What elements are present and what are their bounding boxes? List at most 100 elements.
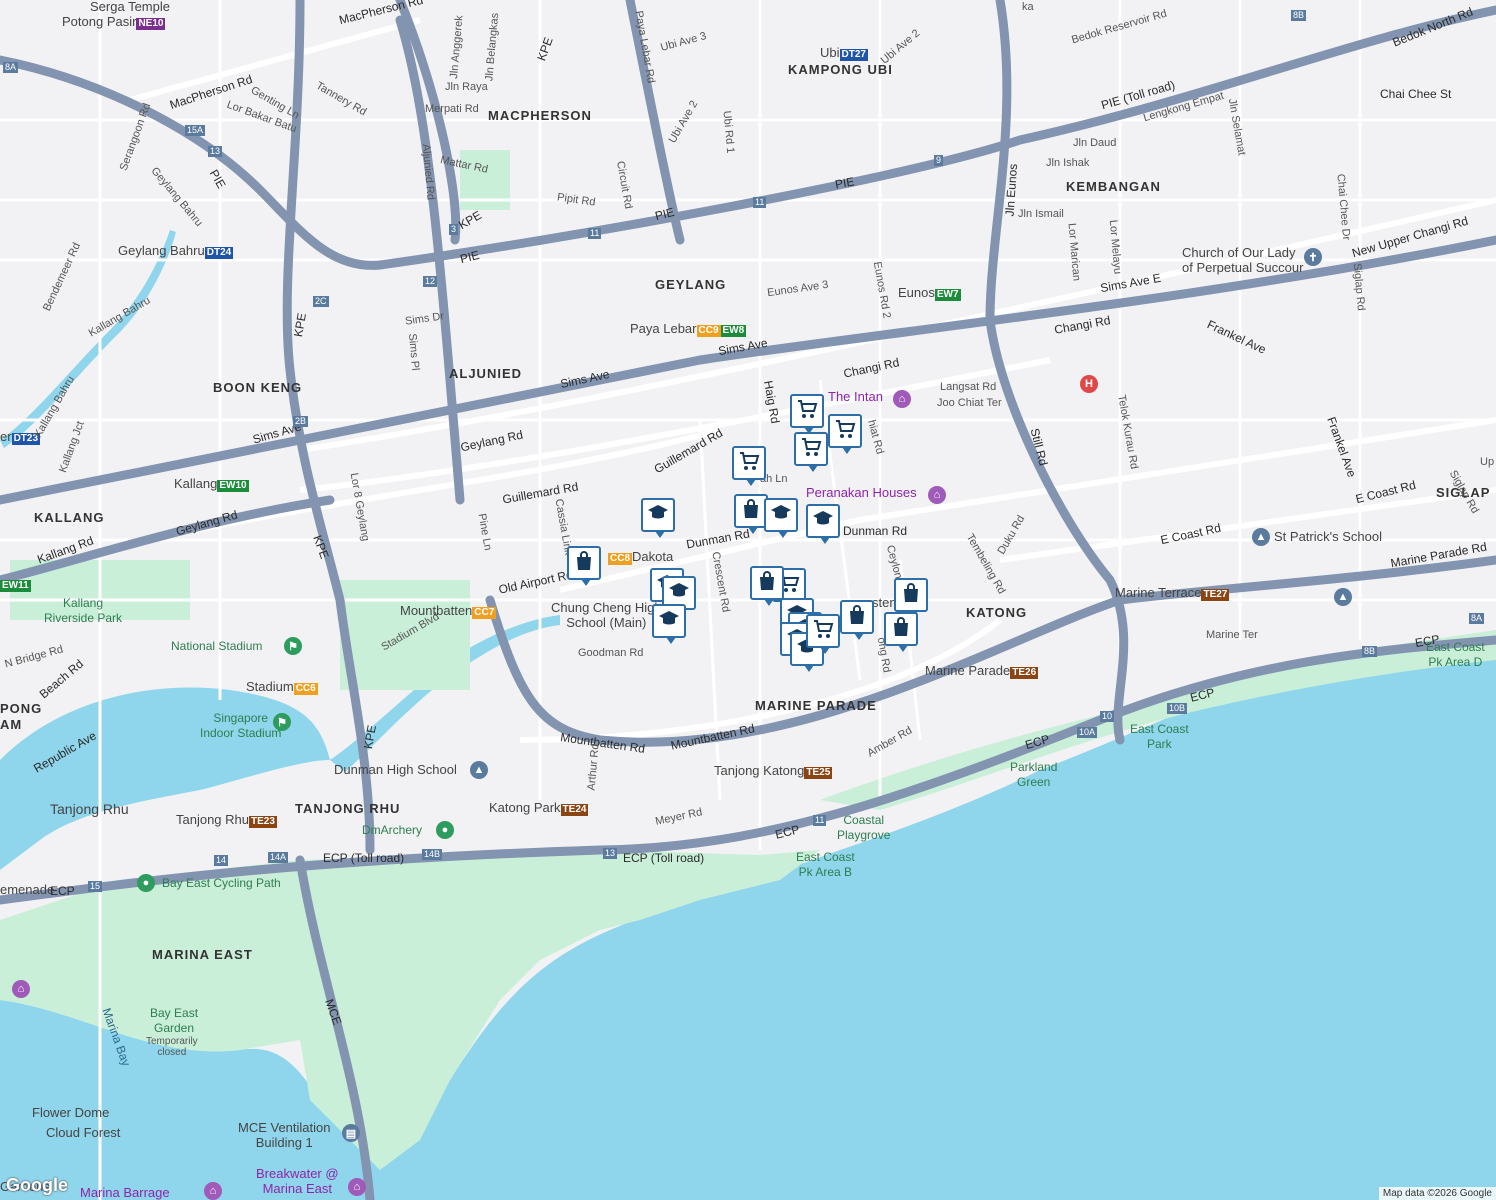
exit-badge: 15 — [88, 881, 103, 892]
area-label-aljunied: ALJUNIED — [449, 366, 523, 381]
exit-badge: 11 — [753, 197, 767, 208]
station-eunos[interactable]: Eunos EW7 — [898, 286, 961, 301]
map-marker-bag[interactable] — [840, 600, 874, 640]
station-stadium[interactable]: Stadium CC6 — [246, 680, 318, 695]
map-marker-cart[interactable] — [806, 614, 840, 654]
map-marker-cart[interactable] — [732, 446, 766, 486]
map-marker-cart[interactable] — [828, 414, 862, 454]
exit-badge: 8B — [1291, 10, 1307, 21]
map-canvas[interactable]: MACPHERSON KAMPONG UBI KEMBANGAN GEYLANG… — [0, 0, 1496, 1200]
area-label-kallang: KALLANG — [34, 510, 105, 525]
poi-chung-cheng[interactable]: Chung Cheng High School (Main) — [551, 600, 662, 630]
school-icon[interactable]: ▲ — [1334, 588, 1352, 606]
church-icon: ✝ — [1304, 248, 1322, 266]
poi-the-intan[interactable]: The Intan — [828, 390, 883, 404]
station-katong-park[interactable]: Katong Park TE24 — [489, 801, 589, 816]
station-paya-lebar[interactable]: Paya Lebar CC9 EW8 — [630, 322, 747, 337]
map-marker-bag[interactable] — [567, 546, 601, 586]
school-icon: ▲ — [1252, 528, 1270, 546]
map-marker-bag[interactable] — [894, 578, 928, 618]
road-label-jln-ismail: Jln Ismail — [1018, 208, 1064, 220]
exit-badge: 10 — [1100, 711, 1115, 722]
label-emenade: emenade — [0, 882, 55, 897]
road-label-langsat-rd: Langsat Rd — [940, 381, 997, 393]
exit-badge: 10A — [1077, 727, 1098, 738]
road-label-ka: ka — [1022, 1, 1034, 13]
area-label-marina-east: MARINA EAST — [152, 947, 253, 962]
poi-serga-temple[interactable]: Serga Temple — [90, 0, 170, 14]
bag-icon — [845, 603, 869, 632]
exit-badge: 2C — [313, 296, 329, 307]
station-ubi[interactable]: Ubi DT27 — [820, 46, 868, 61]
bag-icon — [889, 615, 913, 644]
poi-bay-east-closed: Temporarily closed — [146, 1036, 198, 1058]
station-dakota[interactable]: CC8 Dakota — [608, 550, 673, 565]
road-label-goodman-rd: Goodman Rd — [578, 647, 644, 659]
poi-peranakan-houses[interactable]: Peranakan Houses — [806, 486, 917, 500]
museum-icon: ⌂ — [893, 390, 911, 408]
poi-dunman-high[interactable]: Dunman High School — [334, 763, 457, 777]
station-marine-terrace[interactable]: Marine Terrace TE27 — [1115, 586, 1230, 601]
cart-icon — [795, 397, 819, 426]
map-attribution[interactable]: Map data ©2026 Google — [1378, 1187, 1496, 1200]
poi-cloud-forest[interactable]: Cloud Forest — [46, 1126, 120, 1140]
poi-dmarchery[interactable]: DmArchery — [362, 823, 422, 837]
map-marker-cart[interactable] — [794, 432, 828, 472]
exit-badge: 14B — [422, 849, 443, 860]
map-marker-school[interactable] — [641, 498, 675, 538]
building-icon: ▤ — [342, 1124, 360, 1142]
station-marine-parade[interactable]: Marine Parade TE26 — [925, 664, 1039, 679]
road-label-ecp-toll-2: ECP (Toll road) — [623, 851, 705, 865]
area-label-kampong-bugis: PONG — [0, 701, 43, 716]
map-marker-bag[interactable] — [884, 612, 918, 652]
exit-badge: 14A — [268, 852, 289, 863]
station-lavender[interactable]: EW11 — [0, 577, 31, 592]
landmark-icon: ⌂ — [928, 486, 946, 504]
poi-kallang-riverside[interactable]: Kallang Riverside Park — [44, 596, 122, 626]
poi-tanjong-rhu-place[interactable]: Tanjong Rhu — [50, 802, 129, 816]
poi-marina-barrage[interactable]: Marina Barrage — [80, 1186, 170, 1200]
poi-ecp-area-b[interactable]: East Coast Pk Area B — [796, 850, 855, 880]
poi-bay-east-garden[interactable]: Bay East Garden — [150, 1006, 198, 1036]
road-label-chai-chee-st: Chai Chee St — [1380, 87, 1452, 101]
poi-st-patricks[interactable]: St Patrick's School — [1274, 530, 1382, 544]
poi-singapore-indoor-stadium[interactable]: Singapore Indoor Stadium — [200, 711, 281, 741]
poi-flower-dome[interactable]: Flower Dome — [32, 1106, 109, 1120]
map-marker-bag[interactable] — [734, 494, 768, 534]
area-label-macpherson: MACPHERSON — [488, 108, 592, 123]
poi-ecp-area-d[interactable]: East Coast Pk Area D — [1426, 640, 1485, 670]
map-marker-school[interactable] — [806, 504, 840, 544]
station-kallang[interactable]: Kallang EW10 — [174, 477, 249, 492]
station-tanjong-rhu[interactable]: Tanjong Rhu TE23 — [176, 813, 277, 828]
exit-badge: 13 — [208, 146, 223, 157]
bag-icon — [899, 581, 923, 610]
poi-church[interactable]: Church of Our Lady of Perpetual Succour — [1182, 245, 1303, 275]
cart-icon — [737, 449, 761, 478]
station-mountbatten[interactable]: Mountbatten CC7 — [400, 604, 497, 619]
poi-parkland-green[interactable]: Parkland Green — [1010, 760, 1057, 790]
road-label-jln-raya: Jln Raya — [445, 81, 488, 93]
map-marker-bag[interactable] — [750, 566, 784, 606]
road-label-merpati-rd: Merpati Rd — [425, 103, 479, 115]
station-tanjong-katong[interactable]: Tanjong Katong TE25 — [714, 764, 833, 779]
poi-national-stadium[interactable]: National Stadium — [171, 639, 262, 653]
poi-mce-vent[interactable]: MCE Ventilation Building 1 — [238, 1120, 331, 1150]
map-marker-school[interactable] — [764, 498, 798, 538]
poi-coastal-playgrove[interactable]: Coastal Playgrove — [837, 813, 890, 843]
map-marker-school[interactable] — [652, 604, 686, 644]
station-potong-pasir[interactable]: Potong Pasir NE10 — [62, 15, 166, 30]
exit-badge: 10B — [1167, 703, 1188, 714]
road-label-jln-ishak: Jln Ishak — [1046, 157, 1090, 169]
pie-road — [0, 5, 1496, 270]
poi-east-coast-park[interactable]: East Coast Park — [1130, 722, 1189, 752]
area-label-kampong-bugis-2: AM — [0, 717, 23, 732]
map-marker-cart[interactable] — [790, 394, 824, 434]
bag-icon — [755, 569, 779, 598]
area-label-boon-keng: BOON KENG — [213, 380, 303, 395]
hospital-icon[interactable]: H — [1080, 375, 1098, 393]
poi-breakwater[interactable]: Breakwater @ Marina East — [256, 1166, 339, 1196]
exit-badge: 11 — [588, 228, 602, 239]
station-geylang-bahru[interactable]: Geylang Bahru DT24 — [118, 244, 234, 259]
school-icon — [811, 507, 835, 536]
poi-bay-east-cycling[interactable]: Bay East Cycling Path — [162, 876, 281, 890]
